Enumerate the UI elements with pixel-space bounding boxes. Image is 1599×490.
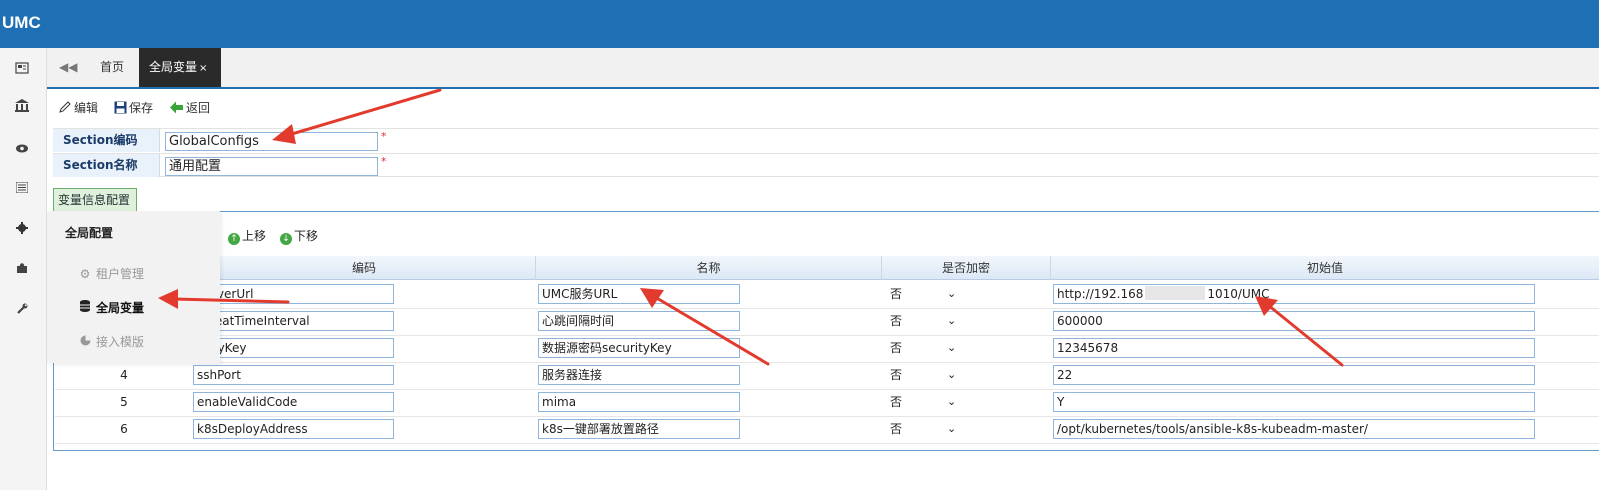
annotation-arrows xyxy=(158,88,1344,367)
annotation-arrowhead xyxy=(272,124,296,144)
annotation-arrow xyxy=(283,88,442,138)
annotation-arrow xyxy=(1266,303,1344,367)
annotation-arrow xyxy=(653,295,770,366)
annotation-arrow xyxy=(172,297,290,304)
annotation-arrowhead xyxy=(158,289,178,309)
annotation-arrowhead xyxy=(1255,296,1278,316)
annotation-arrowhead xyxy=(640,288,664,308)
